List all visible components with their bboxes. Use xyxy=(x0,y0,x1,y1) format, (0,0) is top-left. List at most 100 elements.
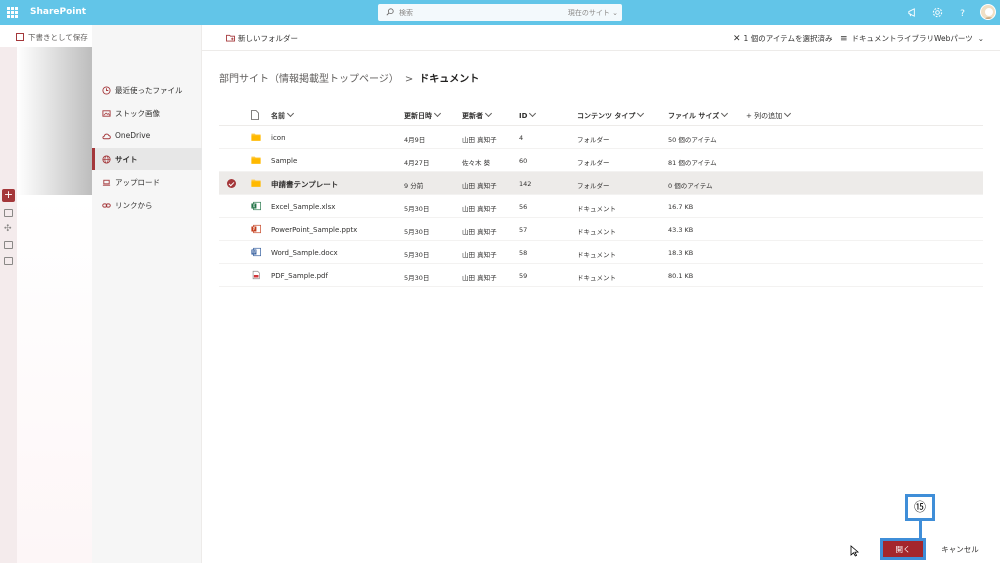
row-name[interactable]: Excel_Sample.xlsx xyxy=(271,203,335,211)
nav-item-label: アップロード xyxy=(115,178,160,187)
nav-item-label: リンクから xyxy=(115,201,153,210)
nav-item-label: ストック画像 xyxy=(115,109,160,118)
nav-item-label: OneDrive xyxy=(115,131,151,140)
row-name[interactable]: PowerPoint_Sample.pptx xyxy=(271,226,357,234)
nav-item-stock-images[interactable]: ストック画像 xyxy=(92,102,202,124)
row-modified: 4月9日 xyxy=(404,136,426,144)
row-id: 4 xyxy=(519,134,524,142)
table-row[interactable]: P PowerPoint_Sample.pptx 5月30日 山田 真知子 57… xyxy=(219,218,983,241)
row-id: 57 xyxy=(519,226,528,234)
add-section-button[interactable]: + xyxy=(2,189,15,202)
gear-icon[interactable] xyxy=(932,7,943,18)
file-type-icon[interactable] xyxy=(251,110,259,120)
row-modified-by: 山田 真知子 xyxy=(462,228,497,236)
save-draft-button[interactable]: 下書きとして保存 xyxy=(16,32,88,43)
list-icon: ≡ xyxy=(840,34,848,44)
column-header-label: コンテンツ タイプ xyxy=(577,112,636,120)
table-row[interactable]: Sample 4月27日 佐々木 葵 60 フォルダー 81 個のアイテム xyxy=(219,149,983,172)
row-id: 58 xyxy=(519,249,528,257)
table-row[interactable]: PDF_Sample.pdf 5月30日 山田 真知子 59 ドキュメント 80… xyxy=(219,264,983,287)
avatar[interactable] xyxy=(980,4,996,20)
row-file-size: 43.3 KB xyxy=(668,226,694,234)
table-row-selected[interactable]: 申請書テンプレート 9 分前 山田 真知子 142 フォルダー 0 個のアイテム xyxy=(219,172,983,195)
column-header-file-size[interactable]: ファイル サイズ xyxy=(668,109,729,121)
search-icon xyxy=(386,8,394,16)
help-icon[interactable]: ? xyxy=(957,7,968,18)
clear-selection-button[interactable]: ✕ 1 個のアイテムを選択済み xyxy=(733,33,832,44)
search-input[interactable] xyxy=(399,7,519,18)
row-file-size: 50 個のアイテム xyxy=(668,136,717,144)
page-canvas xyxy=(17,195,92,563)
breadcrumb-parent[interactable]: 部門サイト（情報掲載型トップページ） xyxy=(219,74,399,85)
column-header-label: 更新日時 xyxy=(404,112,432,120)
column-header-id[interactable]: ID xyxy=(519,109,537,120)
nav-item-sites[interactable]: サイト xyxy=(92,148,202,170)
row-file-size: 80.1 KB xyxy=(668,272,694,280)
webpart-label: ドキュメントライブラリWebパーツ xyxy=(851,34,973,43)
powerpoint-icon: P xyxy=(251,224,261,234)
selected-check-icon[interactable] xyxy=(227,179,236,188)
new-folder-label: 新しいフォルダー xyxy=(238,34,298,43)
word-icon: W xyxy=(251,247,261,257)
add-column-button[interactable]: + 列の追加 xyxy=(746,109,792,121)
image-icon xyxy=(102,110,111,117)
row-content-type: ドキュメント xyxy=(577,228,616,236)
open-button-highlight xyxy=(880,538,926,560)
row-file-size: 81 個のアイテム xyxy=(668,159,717,167)
column-header-name[interactable]: 名前 xyxy=(271,109,295,121)
delete-icon[interactable] xyxy=(4,257,13,265)
row-name[interactable]: icon xyxy=(271,134,286,142)
row-file-size: 0 個のアイテム xyxy=(668,182,713,190)
row-name[interactable]: 申請書テンプレート xyxy=(271,179,338,190)
search-scope-label: 現在のサイト xyxy=(567,9,610,17)
excel-icon: X xyxy=(251,201,261,211)
row-modified-by: 山田 真知子 xyxy=(462,136,497,144)
table-row[interactable]: X Excel_Sample.xlsx 5月30日 山田 真知子 56 ドキュメ… xyxy=(219,195,983,218)
callout-connector xyxy=(919,521,922,539)
hero-image-placeholder xyxy=(17,47,92,195)
app-name[interactable]: SharePoint xyxy=(30,7,86,17)
duplicate-icon[interactable] xyxy=(4,241,13,249)
row-file-size: 18.3 KB xyxy=(668,249,694,257)
nav-item-recent[interactable]: 最近使ったファイル xyxy=(92,79,202,101)
row-name[interactable]: Word_Sample.docx xyxy=(271,249,338,257)
column-header-modified-by[interactable]: 更新者 xyxy=(462,109,493,121)
search-box[interactable]: 現在のサイト ⌄ xyxy=(378,4,622,21)
app-launcher-icon[interactable] xyxy=(7,7,18,18)
table-row[interactable]: W Word_Sample.docx 5月30日 山田 真知子 58 ドキュメン… xyxy=(219,241,983,264)
nav-item-upload[interactable]: アップロード xyxy=(92,171,202,193)
row-modified: 5月30日 xyxy=(404,205,430,213)
row-modified: 5月30日 xyxy=(404,274,430,282)
move-icon[interactable]: ✣ xyxy=(4,225,13,234)
nav-item-from-link[interactable]: リンクから xyxy=(92,194,202,216)
row-id: 60 xyxy=(519,157,528,165)
mouse-cursor-icon xyxy=(850,545,860,557)
svg-text:X: X xyxy=(252,204,255,209)
search-scope-dropdown[interactable]: 現在のサイト ⌄ xyxy=(568,8,618,18)
megaphone-icon[interactable] xyxy=(907,7,918,18)
nav-item-onedrive[interactable]: OneDrive xyxy=(92,125,202,147)
row-modified: 5月30日 xyxy=(404,228,430,236)
folder-icon xyxy=(251,156,261,164)
row-id: 56 xyxy=(519,203,528,211)
laptop-icon xyxy=(102,179,111,186)
row-file-size: 16.7 KB xyxy=(668,203,694,211)
row-modified-by: 山田 真知子 xyxy=(462,274,497,282)
column-header-label: 更新者 xyxy=(462,112,483,120)
row-modified-by: 佐々木 葵 xyxy=(462,159,491,167)
save-icon xyxy=(16,33,24,41)
edit-section-icon[interactable] xyxy=(4,209,13,217)
row-modified-by: 山田 真知子 xyxy=(462,182,497,190)
table-row[interactable]: icon 4月9日 山田 真知子 4 フォルダー 50 個のアイテム xyxy=(219,126,983,149)
selected-count-label: 1 個のアイテムを選択済み xyxy=(743,34,833,43)
row-id: 59 xyxy=(519,272,528,280)
column-header-modified[interactable]: 更新日時 xyxy=(404,109,442,121)
cancel-button[interactable]: キャンセル xyxy=(936,541,984,557)
file-list-header: 名前 更新日時 更新者 ID コンテンツ タイプ ファイル サイズ + 列の追加 xyxy=(219,104,983,126)
row-name[interactable]: PDF_Sample.pdf xyxy=(271,272,328,280)
row-name[interactable]: Sample xyxy=(271,157,297,165)
nav-item-label: サイト xyxy=(115,155,138,164)
new-folder-button[interactable]: 新しいフォルダー xyxy=(226,33,298,44)
webpart-button[interactable]: ≡ ドキュメントライブラリWebパーツ ⌄ xyxy=(840,33,984,44)
column-header-content-type[interactable]: コンテンツ タイプ xyxy=(577,109,645,121)
